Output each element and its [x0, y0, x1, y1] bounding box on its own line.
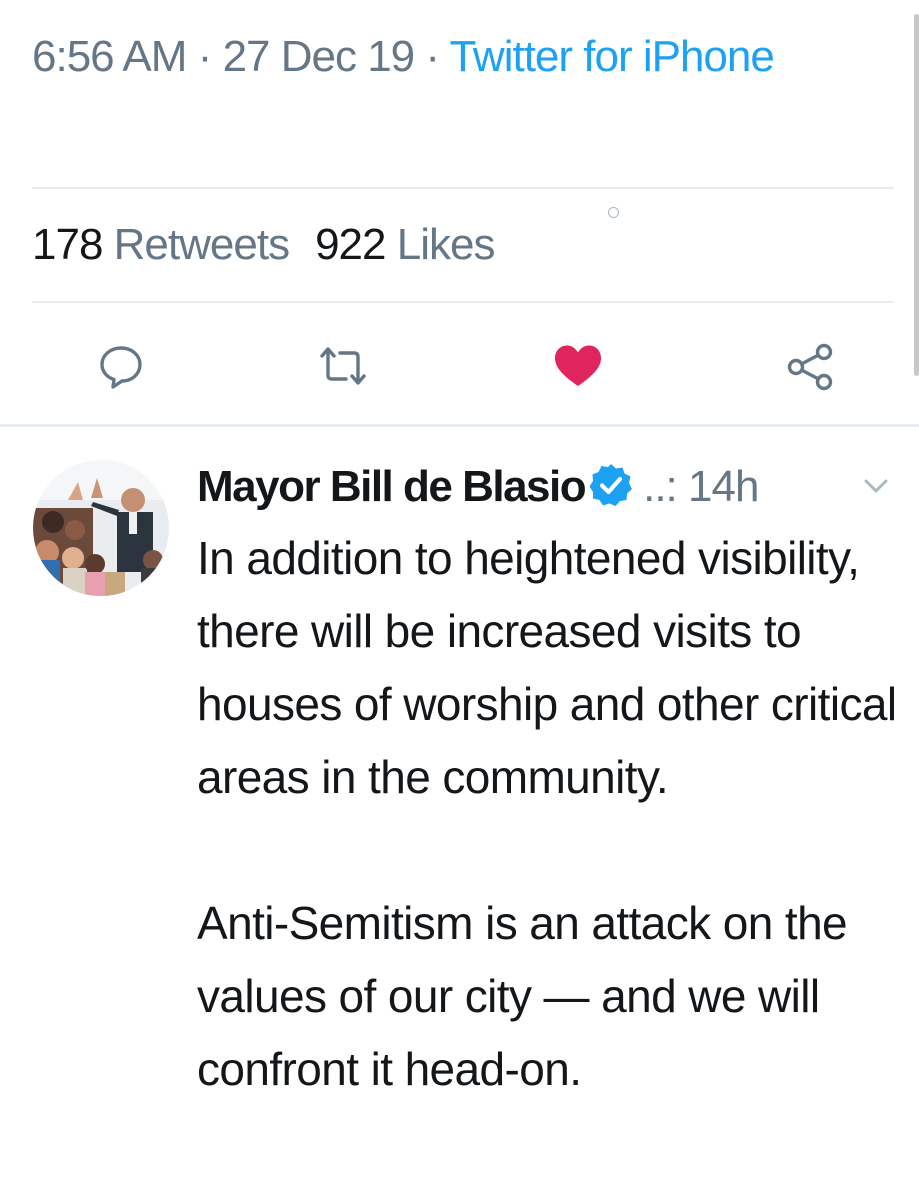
tweet-paragraph: Anti-Semitism is an attack on the values… [197, 897, 848, 1095]
circle-indicator-icon [608, 207, 619, 218]
section-divider [0, 424, 919, 427]
likes-count: 922 [315, 220, 386, 269]
tweet-meta: 6:56 AM · 27 Dec 19 · Twitter for iPhone [32, 18, 892, 96]
retweet-button[interactable] [315, 338, 371, 394]
engagement-stats: 178 Retweets 922 Likes [32, 215, 496, 275]
meta-separator: · [425, 32, 440, 81]
retweets-label: Retweets [113, 220, 290, 269]
tweet-paragraph: In addition to heightened visibility, th… [197, 532, 897, 803]
tweet-time-ago: 14h [688, 462, 759, 511]
share-button[interactable] [783, 338, 839, 394]
likes-stat[interactable]: 922 Likes [315, 220, 496, 269]
verified-badge-icon [587, 460, 635, 508]
reply-icon [100, 346, 142, 389]
avatar[interactable] [33, 460, 169, 596]
retweets-count: 178 [32, 220, 103, 269]
author-handle[interactable]: ..: [643, 462, 678, 511]
divider [32, 187, 894, 189]
tweet-time: 6:56 AM [32, 32, 187, 81]
tweet-source-link[interactable]: Twitter for iPhone [449, 32, 774, 81]
retweets-stat[interactable]: 178 Retweets [32, 220, 290, 269]
chevron-down-icon[interactable] [863, 476, 889, 498]
tweet-date: 27 Dec 19 [222, 32, 416, 81]
heart-icon [555, 345, 601, 386]
tweet-body: In addition to heightened visibility, th… [197, 522, 912, 1106]
reply-button[interactable] [93, 338, 149, 394]
author-name[interactable]: Mayor Bill de Blasio [197, 462, 587, 511]
share-icon [787, 343, 833, 391]
avatar-photo [33, 460, 169, 596]
scrollbar[interactable] [914, 14, 919, 376]
meta-separator: · [197, 32, 213, 81]
reply-tweet-header: Mayor Bill de Blasio..: 14h [197, 452, 759, 522]
retweet-icon [320, 347, 366, 385]
likes-label: Likes [396, 220, 496, 269]
divider [32, 301, 894, 303]
like-button[interactable] [550, 338, 606, 394]
